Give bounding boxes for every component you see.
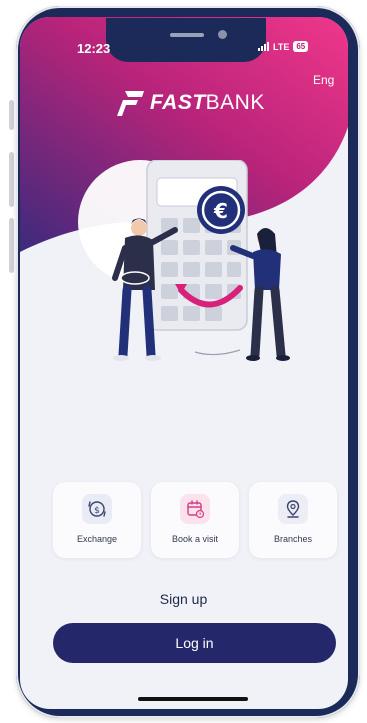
location-pin-icon: [278, 494, 308, 524]
hero-illustration: €: [112, 160, 290, 361]
signal-icon: [258, 42, 269, 51]
mute-switch: [9, 100, 14, 130]
home-indicator[interactable]: [138, 697, 248, 701]
speaker-grille: [170, 33, 204, 37]
euro-coin-icon: €: [213, 199, 228, 223]
exchange-icon: $: [82, 494, 112, 524]
calendar-icon: [180, 494, 210, 524]
book-a-visit-tile[interactable]: Book a visit: [151, 482, 239, 558]
sign-up-link[interactable]: Sign up: [0, 591, 367, 607]
log-in-button[interactable]: Log in: [53, 623, 336, 663]
battery-icon: 65: [293, 41, 309, 52]
status-time: 12:23: [77, 41, 111, 56]
exchange-tile[interactable]: $ Exchange: [53, 482, 141, 558]
network-type: LTE: [273, 41, 290, 52]
book-a-visit-label: Book a visit: [171, 534, 219, 544]
status-indicators: LTE 65: [258, 41, 309, 52]
brand-name-regular: BANK: [205, 91, 265, 114]
camera-notch: [106, 18, 266, 62]
volume-up-button: [9, 152, 14, 207]
volume-down-button: [9, 218, 14, 273]
branches-tile[interactable]: Branches: [249, 482, 337, 558]
quick-actions: $ Exchange Book a visit Branches: [53, 482, 337, 558]
language-selector[interactable]: Eng: [313, 73, 334, 87]
branches-label: Branches: [273, 534, 313, 544]
exchange-label: Exchange: [76, 534, 118, 544]
brand-logo: FASTBANK: [116, 88, 265, 118]
fastbank-mark-icon: [117, 91, 144, 116]
brand-name-bold: FAST: [150, 91, 206, 114]
front-camera: [218, 30, 227, 39]
svg-text:$: $: [94, 506, 100, 516]
